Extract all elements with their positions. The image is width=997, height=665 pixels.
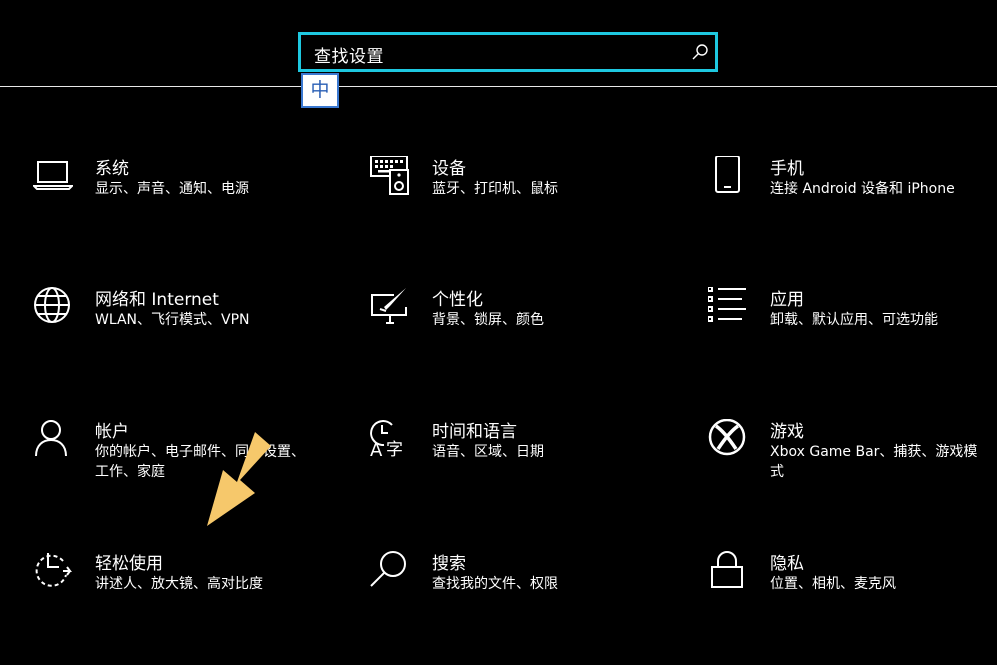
- tile-phone[interactable]: 手机 连接 Android 设备和 iPhone: [708, 156, 997, 226]
- tile-time-language[interactable]: A字 时间和语言 语音、区域、日期: [370, 419, 670, 489]
- keyboard-speaker-icon: [370, 156, 410, 196]
- laptop-icon: [33, 156, 73, 196]
- tile-title: 设备: [432, 159, 466, 179]
- tile-title: 应用: [770, 290, 804, 310]
- search-icon: [370, 551, 410, 591]
- svg-text:字: 字: [386, 440, 403, 459]
- tile-desc: Xbox Game Bar、捕获、游戏模式: [770, 444, 978, 480]
- tile-personalization[interactable]: 个性化 背景、锁屏、颜色: [370, 287, 670, 357]
- phone-icon: [708, 156, 748, 196]
- tile-desc: 连接 Android 设备和 iPhone: [770, 181, 955, 197]
- tile-devices[interactable]: 设备 蓝牙、打印机、鼠标: [370, 156, 670, 226]
- tile-network[interactable]: 网络和 Internet WLAN、飞行模式、VPN: [33, 287, 333, 357]
- tile-privacy[interactable]: 隐私 位置、相机、麦克风: [708, 551, 997, 621]
- search-placeholder: 查找设置: [314, 47, 384, 67]
- tile-desc: 查找我的文件、权限: [432, 576, 558, 592]
- tile-desc: 讲述人、放大镜、高对比度: [95, 576, 263, 592]
- tile-system[interactable]: 系统 显示、声音、通知、电源: [33, 156, 333, 226]
- tile-gaming[interactable]: 游戏 Xbox Game Bar、捕获、游戏模式: [708, 419, 997, 489]
- tile-title: 游戏: [770, 422, 804, 442]
- time-language-icon: A字: [370, 419, 410, 459]
- header-divider: [0, 86, 997, 87]
- person-icon: [33, 419, 73, 459]
- xbox-icon: [708, 419, 748, 459]
- search-icon[interactable]: [691, 43, 709, 61]
- tile-title: 系统: [95, 159, 129, 179]
- tile-desc: 蓝牙、打印机、鼠标: [432, 181, 558, 197]
- tile-title: 帐户: [95, 422, 129, 442]
- annotation-arrow-icon: [207, 432, 271, 526]
- lock-icon: [708, 551, 748, 591]
- ime-indicator[interactable]: 中: [301, 73, 339, 108]
- svg-text:A: A: [370, 440, 383, 459]
- tile-title: 个性化: [432, 290, 483, 310]
- tile-apps[interactable]: 应用 卸载、默认应用、可选功能: [708, 287, 997, 357]
- apps-list-icon: [708, 287, 748, 327]
- tile-title: 网络和 Internet: [95, 290, 219, 310]
- tile-ease-of-access[interactable]: 轻松使用 讲述人、放大镜、高对比度: [33, 551, 333, 621]
- ease-of-access-icon: [33, 551, 73, 591]
- search-input[interactable]: 查找设置: [298, 32, 718, 72]
- tile-title: 手机: [770, 159, 804, 179]
- tile-desc: 位置、相机、麦克风: [770, 576, 896, 592]
- globe-icon: [33, 287, 73, 327]
- tile-desc: WLAN、飞行模式、VPN: [95, 312, 250, 328]
- tile-desc: 背景、锁屏、颜色: [432, 312, 544, 328]
- tile-search[interactable]: 搜索 查找我的文件、权限: [370, 551, 670, 621]
- tile-title: 隐私: [770, 554, 804, 574]
- tile-desc: 卸载、默认应用、可选功能: [770, 312, 938, 328]
- tile-title: 轻松使用: [95, 554, 163, 574]
- tile-desc: 显示、声音、通知、电源: [95, 181, 249, 197]
- tile-title: 时间和语言: [432, 422, 517, 442]
- paint-monitor-icon: [370, 287, 410, 327]
- tile-desc: 语音、区域、日期: [432, 444, 544, 460]
- tile-title: 搜索: [432, 554, 466, 574]
